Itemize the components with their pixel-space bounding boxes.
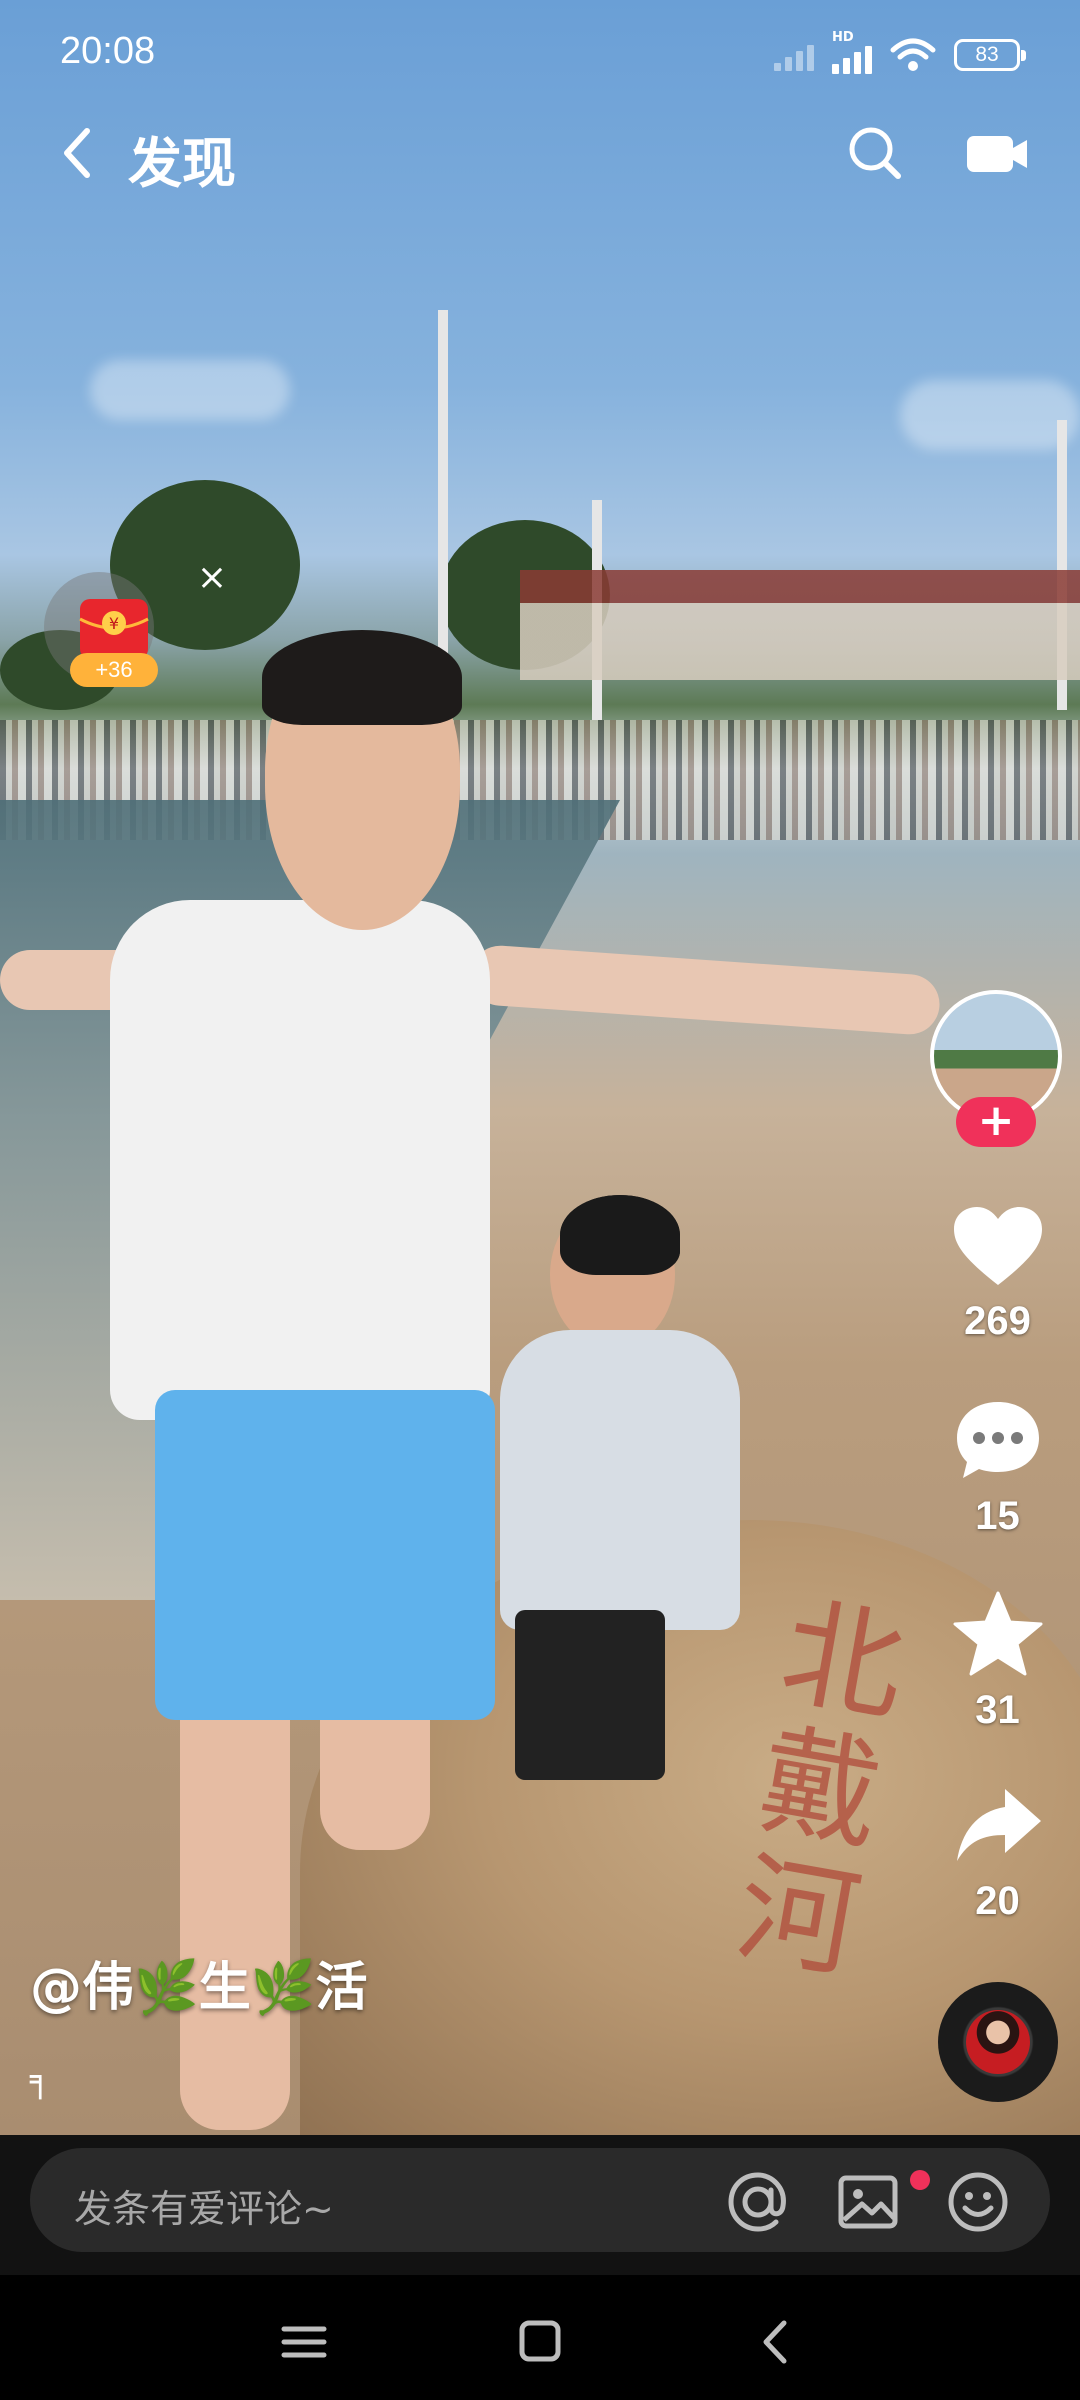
signal-icon xyxy=(774,39,814,71)
share-count: 20 xyxy=(975,1879,1020,1923)
favorite-count: 31 xyxy=(975,1688,1020,1732)
cloud xyxy=(900,380,1080,450)
wifi-icon xyxy=(890,38,936,71)
status-time: 20:08 xyxy=(60,30,156,72)
image-icon[interactable] xyxy=(836,2170,900,2234)
status-icons: HD 83 xyxy=(774,30,1026,74)
share-button[interactable]: 20 xyxy=(940,1785,1055,1924)
comment-bar: 发条有爱评论~ xyxy=(0,2135,1080,2275)
comment-count: 15 xyxy=(975,1494,1020,1538)
cloud xyxy=(90,360,290,420)
man-figure xyxy=(155,1390,495,1720)
page-title: 发现 xyxy=(128,132,236,195)
woman-figure xyxy=(560,1195,680,1275)
heart-icon xyxy=(953,1207,1042,1285)
search-icon[interactable] xyxy=(845,123,905,183)
like-button[interactable]: 269 xyxy=(940,1205,1055,1344)
network-label: HD xyxy=(832,30,854,45)
star-icon xyxy=(953,1591,1042,1676)
menu-icon[interactable] xyxy=(274,2317,334,2367)
man-figure xyxy=(180,1650,290,2130)
camera-icon[interactable] xyxy=(965,130,1029,178)
top-header: 发现 xyxy=(0,105,1080,205)
video-player[interactable]: 北戴河 xyxy=(0,0,1080,2135)
man-figure xyxy=(468,943,942,1037)
author-name[interactable]: @伟🌿生🌿活 xyxy=(30,1945,368,2020)
signal-icon: HD xyxy=(832,30,872,74)
nav-back-icon[interactable] xyxy=(746,2317,806,2367)
chevron-left-icon[interactable] xyxy=(55,123,99,183)
comment-input[interactable]: 发条有爱评论~ xyxy=(30,2148,1050,2252)
favorite-button[interactable]: 31 xyxy=(940,1590,1055,1733)
video-description: ╕ xyxy=(30,2060,51,2100)
emoji-icon[interactable] xyxy=(946,2170,1010,2234)
like-count: 269 xyxy=(964,1299,1031,1343)
red-packet-symbol: ¥ xyxy=(109,614,119,633)
woman-figure xyxy=(515,1610,665,1780)
comment-placeholder: 发条有爱评论~ xyxy=(74,2187,334,2231)
comment-bubble-icon xyxy=(956,1402,1039,1478)
music-cover xyxy=(966,2010,1030,2074)
red-packet-close-button[interactable]: × xyxy=(192,558,232,598)
red-packet-icon[interactable]: ¥ +36 xyxy=(68,595,168,695)
buildings xyxy=(520,570,1080,680)
share-arrow-icon xyxy=(956,1789,1041,1861)
follow-button[interactable]: + xyxy=(956,1097,1036,1147)
battery-icon: 83 xyxy=(954,39,1026,71)
home-square-icon[interactable] xyxy=(510,2317,570,2367)
woman-figure xyxy=(500,1330,740,1630)
status-bar: 20:08 HD 83 xyxy=(0,0,1080,105)
notification-dot xyxy=(910,2170,930,2190)
at-icon[interactable] xyxy=(726,2170,790,2234)
man-figure xyxy=(110,900,490,1420)
comment-button[interactable]: 15 xyxy=(940,1398,1055,1539)
man-figure xyxy=(262,630,462,725)
system-nav-bar xyxy=(0,2275,1080,2400)
music-disc[interactable] xyxy=(938,1982,1058,2102)
red-packet-bonus: +36 xyxy=(95,657,132,682)
